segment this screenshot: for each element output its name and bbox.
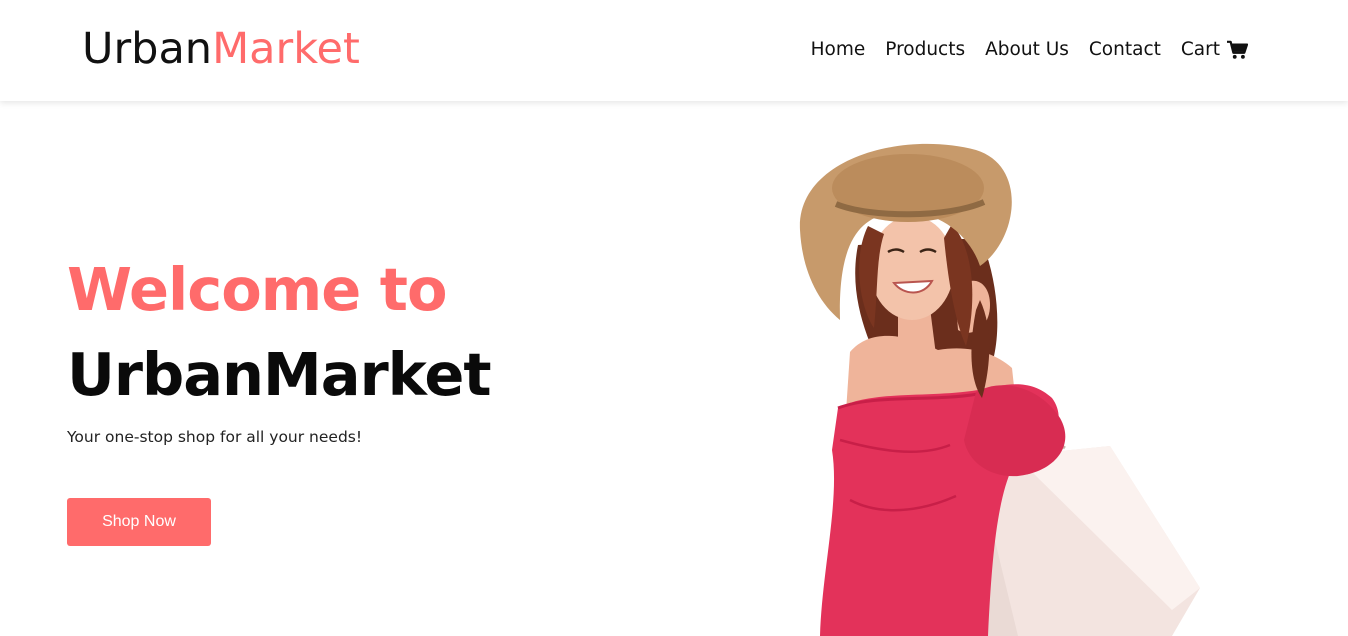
nav-link-contact[interactable]: Contact [1089,36,1161,64]
nav-link-about-us[interactable]: About Us [985,36,1069,64]
hero-title: UrbanMarket [67,340,492,409]
nav-link-cart-label: Cart [1180,39,1220,60]
hero-text: Welcome to UrbanMarket Your one-stop sho… [67,250,492,446]
navbar: UrbanMarket Home Products About Us Conta… [0,0,1348,101]
main-nav: Home Products About Us Contact Cart [811,36,1248,64]
shop-now-button[interactable]: Shop Now [67,498,211,546]
brand-logo-primary: Urban [82,24,213,74]
hero-image [799,143,1200,636]
nav-link-products[interactable]: Products [885,36,965,64]
brand-logo-accent: Market [212,24,360,74]
nav-link-home[interactable]: Home [811,36,866,64]
brand-logo[interactable]: UrbanMarket [82,22,360,76]
nav-link-cart[interactable]: Cart [1181,36,1248,64]
hero-welcome: Welcome to [67,255,447,324]
shopping-cart-icon [1227,40,1248,59]
hero-tagline: Your one-stop shop for all your needs! [67,428,363,446]
